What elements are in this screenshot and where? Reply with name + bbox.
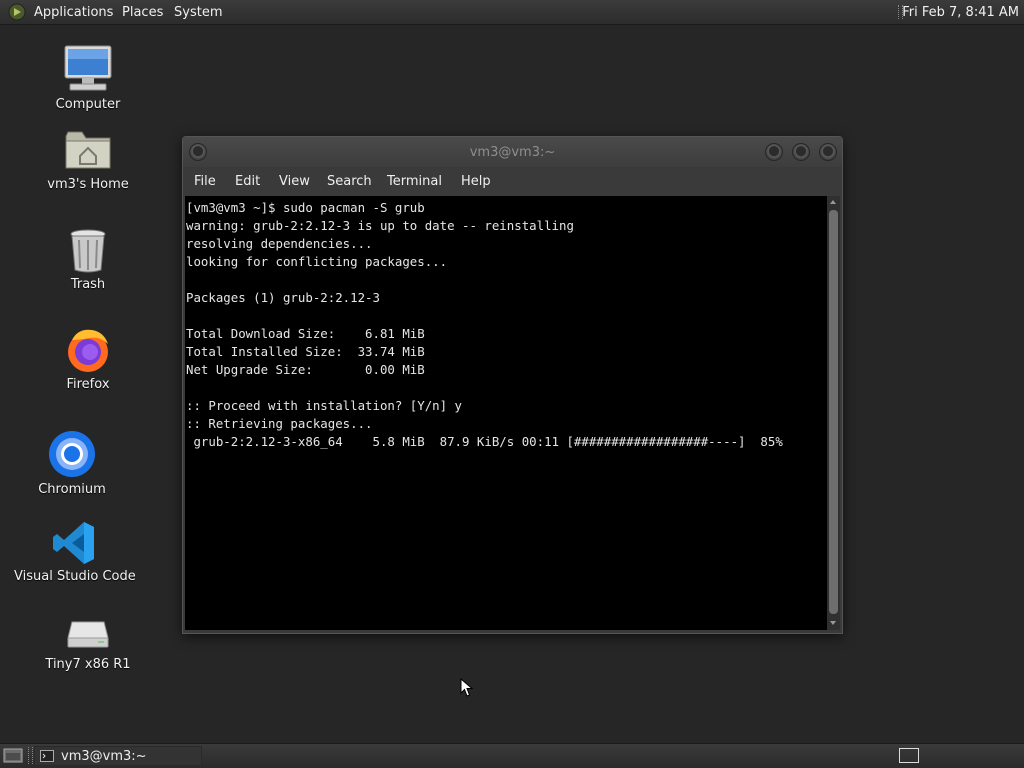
- window-title: vm3@vm3:~: [469, 145, 556, 160]
- distro-logo-icon[interactable]: [8, 3, 26, 21]
- places-menu[interactable]: Places: [122, 5, 163, 20]
- terminal-line: looking for conflicting packages...: [186, 254, 448, 269]
- desktop-icon-computer[interactable]: Computer: [40, 44, 136, 116]
- show-desktop-icon[interactable]: [3, 747, 23, 764]
- top-panel: Applications Places System Fri Feb 7, 8:…: [0, 0, 1024, 25]
- trash-icon: [70, 229, 106, 273]
- panel-handle: [28, 747, 33, 764]
- window-titlebar[interactable]: vm3@vm3:~: [183, 137, 842, 167]
- terminal-line: Net Upgrade Size: 0.00 MiB: [186, 362, 425, 377]
- menu-file[interactable]: File: [194, 174, 216, 189]
- desktop-icon-label: Computer: [55, 97, 121, 112]
- desktop-icon-firefox[interactable]: Firefox: [40, 326, 136, 398]
- home-folder-icon: [65, 131, 111, 169]
- drive-icon: [67, 621, 109, 648]
- maximize-button[interactable]: [792, 143, 810, 161]
- terminal-scrollbar[interactable]: [827, 196, 840, 630]
- terminal-line: [vm3@vm3 ~]$ sudo pacman -S grub: [186, 200, 425, 215]
- taskbar-item-label: vm3@vm3:~: [61, 749, 147, 764]
- desktop-icon-drive[interactable]: Tiny7 x86 R1: [40, 612, 136, 684]
- desktop-icon-chromium[interactable]: Chromium: [24, 430, 120, 502]
- scrollbar-thumb[interactable]: [829, 210, 838, 614]
- desktop-icon-home[interactable]: vm3's Home: [40, 128, 136, 200]
- terminal-line: Total Installed Size: 33.74 MiB: [186, 344, 425, 359]
- terminal-window[interactable]: vm3@vm3:~ File Edit View Search Terminal…: [182, 136, 843, 634]
- chromium-icon: [49, 431, 95, 477]
- terminal-progress-line: grub-2:2.12-3-x86_64 5.8 MiB 87.9 KiB/s …: [186, 434, 783, 449]
- terminal-line: :: Retrieving packages...: [186, 416, 373, 431]
- desktop-icon-label: Firefox: [66, 377, 110, 392]
- computer-icon: [64, 45, 112, 91]
- terminal-line: :: Proceed with installation? [Y/n] y: [186, 398, 463, 413]
- menu-view[interactable]: View: [279, 174, 310, 189]
- desktop-icon-trash[interactable]: Trash: [40, 228, 136, 300]
- close-button[interactable]: [819, 143, 837, 161]
- terminal-icon: [40, 750, 54, 762]
- desktop-icon-label: vm3's Home: [47, 177, 129, 192]
- system-menu[interactable]: System: [174, 5, 222, 20]
- terminal-line: warning: grub-2:2.12-3 is up to date -- …: [186, 218, 574, 233]
- terminal-output[interactable]: [vm3@vm3 ~]$ sudo pacman -S grub warning…: [185, 196, 827, 630]
- menu-help[interactable]: Help: [461, 174, 491, 189]
- applications-menu[interactable]: Applications: [34, 5, 113, 20]
- scroll-up-icon[interactable]: [830, 200, 836, 204]
- desktop-icon-label: Visual Studio Code: [14, 569, 136, 584]
- taskbar-item-terminal[interactable]: vm3@vm3:~: [34, 746, 202, 766]
- mouse-cursor-icon: [460, 678, 474, 697]
- desktop-icon-label: Chromium: [38, 482, 106, 497]
- menu-terminal[interactable]: Terminal: [387, 174, 442, 189]
- scroll-down-icon[interactable]: [830, 621, 836, 625]
- firefox-icon: [68, 329, 108, 372]
- terminal-line: resolving dependencies...: [186, 236, 373, 251]
- bottom-panel: vm3@vm3:~: [0, 743, 1024, 768]
- terminal-line: Total Download Size: 6.81 MiB: [186, 326, 425, 341]
- terminal-line: Packages (1) grub-2:2.12-3: [186, 290, 380, 305]
- minimize-button[interactable]: [765, 143, 783, 161]
- menubar: File Edit View Search Terminal Help: [183, 167, 842, 195]
- menu-edit[interactable]: Edit: [235, 174, 260, 189]
- workspace-switcher[interactable]: [899, 748, 919, 763]
- desktop-icon-label: Trash: [70, 277, 106, 292]
- menu-search[interactable]: Search: [327, 174, 372, 189]
- clock[interactable]: Fri Feb 7, 8:41 AM: [902, 5, 1019, 20]
- vscode-icon: [53, 522, 94, 564]
- desktop-icon-label: Tiny7 x86 R1: [45, 657, 131, 672]
- desktop-icon-vscode[interactable]: Visual Studio Code: [14, 520, 136, 592]
